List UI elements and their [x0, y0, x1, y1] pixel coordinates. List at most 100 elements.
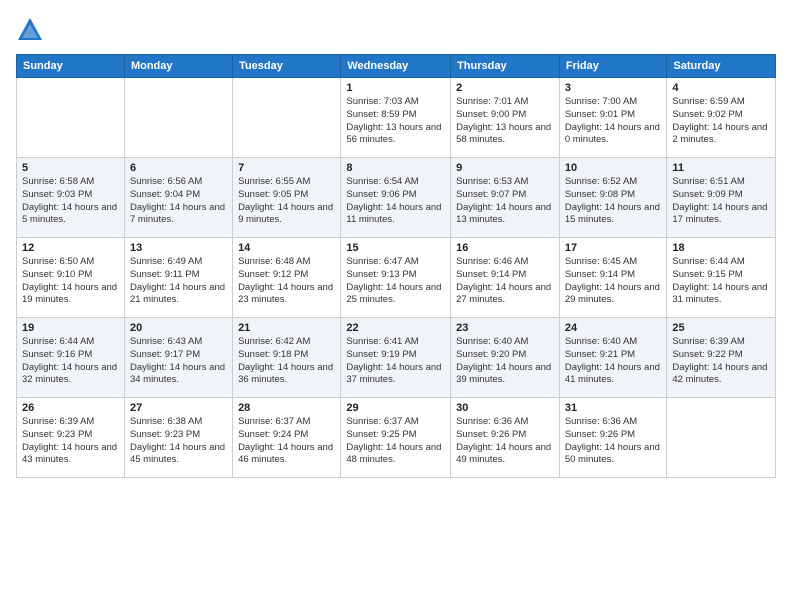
calendar-cell: 21 Sunrise: 6:42 AM Sunset: 9:18 PM Dayli… [233, 318, 341, 398]
day-number: 13 [130, 242, 227, 254]
header [16, 16, 776, 44]
calendar-table: SundayMondayTuesdayWednesdayThursdayFrid… [16, 54, 776, 478]
calendar-cell [17, 78, 125, 158]
day-number: 12 [22, 242, 119, 254]
calendar-cell: 1 Sunrise: 7:03 AM Sunset: 8:59 PM Daylig… [341, 78, 451, 158]
day-number: 29 [346, 402, 445, 414]
day-number: 14 [238, 242, 335, 254]
day-number: 31 [565, 402, 662, 414]
day-number: 10 [565, 162, 662, 174]
day-number: 20 [130, 322, 227, 334]
calendar-cell: 29 Sunrise: 6:37 AM Sunset: 9:25 PM Dayli… [341, 398, 451, 478]
calendar-header-sunday: Sunday [17, 55, 125, 78]
day-number: 1 [346, 82, 445, 94]
calendar-cell: 24Sunrise: 6:40 AM Sunset: 9:21 PM Dayli… [559, 318, 667, 398]
day-number: 3 [565, 82, 662, 94]
day-number: 4 [672, 82, 770, 94]
calendar-week-2: 5Sunrise: 6:58 AM Sunset: 9:03 PM Daylig… [17, 158, 776, 238]
day-info: Sunrise: 6:41 AM Sunset: 9:19 PM Dayligh… [346, 336, 445, 387]
calendar-header-friday: Friday [559, 55, 667, 78]
day-info: Sunrise: 6:43 AM Sunset: 9:17 PM Dayligh… [130, 336, 227, 387]
day-info: Sunrise: 6:39 AM Sunset: 9:23 PM Dayligh… [22, 416, 119, 467]
calendar-cell: 11 Sunrise: 6:51 AM Sunset: 9:09 PM Dayli… [667, 158, 776, 238]
day-number: 21 [238, 322, 335, 334]
calendar-cell: 14 Sunrise: 6:48 AM Sunset: 9:12 PM Dayli… [233, 238, 341, 318]
calendar-week-4: 19 Sunrise: 6:44 AM Sunset: 9:16 PM Dayli… [17, 318, 776, 398]
calendar-cell: 7 Sunrise: 6:55 AM Sunset: 9:05 PM Daylig… [233, 158, 341, 238]
day-info: Sunrise: 6:47 AM Sunset: 9:13 PM Dayligh… [346, 256, 445, 307]
day-info: Sunrise: 6:36 AM Sunset: 9:26 PM Dayligh… [565, 416, 662, 467]
calendar-cell: 9 Sunrise: 6:53 AM Sunset: 9:07 PM Daylig… [451, 158, 560, 238]
day-info: Sunrise: 6:39 AM Sunset: 9:22 PM Dayligh… [672, 336, 770, 387]
day-number: 5 [22, 162, 119, 174]
day-number: 15 [346, 242, 445, 254]
day-info: Sunrise: 6:37 AM Sunset: 9:24 PM Dayligh… [238, 416, 335, 467]
calendar-cell: 5Sunrise: 6:58 AM Sunset: 9:03 PM Daylig… [17, 158, 125, 238]
day-number: 11 [672, 162, 770, 174]
day-number: 9 [456, 162, 554, 174]
day-info: Sunrise: 6:48 AM Sunset: 9:12 PM Dayligh… [238, 256, 335, 307]
calendar-cell: 19 Sunrise: 6:44 AM Sunset: 9:16 PM Dayli… [17, 318, 125, 398]
day-info: Sunrise: 6:55 AM Sunset: 9:05 PM Dayligh… [238, 176, 335, 227]
calendar-header-wednesday: Wednesday [341, 55, 451, 78]
day-number: 23 [456, 322, 554, 334]
day-info: Sunrise: 6:44 AM Sunset: 9:15 PM Dayligh… [672, 256, 770, 307]
day-info: Sunrise: 7:03 AM Sunset: 8:59 PM Dayligh… [346, 96, 445, 147]
calendar-cell: 10 Sunrise: 6:52 AM Sunset: 9:08 PM Dayli… [559, 158, 667, 238]
calendar-header-saturday: Saturday [667, 55, 776, 78]
day-info: Sunrise: 6:38 AM Sunset: 9:23 PM Dayligh… [130, 416, 227, 467]
calendar-cell: 8 Sunrise: 6:54 AM Sunset: 9:06 PM Daylig… [341, 158, 451, 238]
day-info: Sunrise: 6:54 AM Sunset: 9:06 PM Dayligh… [346, 176, 445, 227]
day-info: Sunrise: 6:56 AM Sunset: 9:04 PM Dayligh… [130, 176, 227, 227]
logo-icon [16, 16, 44, 44]
day-info: Sunrise: 6:49 AM Sunset: 9:11 PM Dayligh… [130, 256, 227, 307]
day-number: 22 [346, 322, 445, 334]
day-number: 7 [238, 162, 335, 174]
day-info: Sunrise: 6:42 AM Sunset: 9:18 PM Dayligh… [238, 336, 335, 387]
calendar-week-1: 1 Sunrise: 7:03 AM Sunset: 8:59 PM Daylig… [17, 78, 776, 158]
calendar-header-monday: Monday [124, 55, 232, 78]
calendar-cell: 22 Sunrise: 6:41 AM Sunset: 9:19 PM Dayli… [341, 318, 451, 398]
day-number: 19 [22, 322, 119, 334]
day-info: Sunrise: 6:44 AM Sunset: 9:16 PM Dayligh… [22, 336, 119, 387]
calendar-cell: 4Sunrise: 6:59 AM Sunset: 9:02 PM Daylig… [667, 78, 776, 158]
day-info: Sunrise: 6:40 AM Sunset: 9:21 PM Dayligh… [565, 336, 662, 387]
day-info: Sunrise: 6:45 AM Sunset: 9:14 PM Dayligh… [565, 256, 662, 307]
calendar-cell: 30Sunrise: 6:36 AM Sunset: 9:26 PM Dayli… [451, 398, 560, 478]
day-info: Sunrise: 6:50 AM Sunset: 9:10 PM Dayligh… [22, 256, 119, 307]
day-info: Sunrise: 6:51 AM Sunset: 9:09 PM Dayligh… [672, 176, 770, 227]
day-number: 16 [456, 242, 554, 254]
day-number: 18 [672, 242, 770, 254]
calendar-cell [667, 398, 776, 478]
calendar-cell: 16 Sunrise: 6:46 AM Sunset: 9:14 PM Dayli… [451, 238, 560, 318]
day-number: 8 [346, 162, 445, 174]
calendar-cell: 31 Sunrise: 6:36 AM Sunset: 9:26 PM Dayli… [559, 398, 667, 478]
calendar-cell: 6Sunrise: 6:56 AM Sunset: 9:04 PM Daylig… [124, 158, 232, 238]
calendar-cell: 20 Sunrise: 6:43 AM Sunset: 9:17 PM Dayli… [124, 318, 232, 398]
day-number: 26 [22, 402, 119, 414]
day-number: 27 [130, 402, 227, 414]
calendar-cell: 2 Sunrise: 7:01 AM Sunset: 9:00 PM Daylig… [451, 78, 560, 158]
calendar-header-tuesday: Tuesday [233, 55, 341, 78]
calendar-header-row: SundayMondayTuesdayWednesdayThursdayFrid… [17, 55, 776, 78]
day-info: Sunrise: 6:53 AM Sunset: 9:07 PM Dayligh… [456, 176, 554, 227]
day-info: Sunrise: 6:46 AM Sunset: 9:14 PM Dayligh… [456, 256, 554, 307]
calendar-cell: 15 Sunrise: 6:47 AM Sunset: 9:13 PM Dayli… [341, 238, 451, 318]
calendar-cell [124, 78, 232, 158]
day-info: Sunrise: 7:00 AM Sunset: 9:01 PM Dayligh… [565, 96, 662, 147]
calendar-cell: 3 Sunrise: 7:00 AM Sunset: 9:01 PM Daylig… [559, 78, 667, 158]
calendar-week-3: 12 Sunrise: 6:50 AM Sunset: 9:10 PM Dayli… [17, 238, 776, 318]
day-number: 25 [672, 322, 770, 334]
day-number: 2 [456, 82, 554, 94]
day-info: Sunrise: 6:52 AM Sunset: 9:08 PM Dayligh… [565, 176, 662, 227]
day-info: Sunrise: 6:40 AM Sunset: 9:20 PM Dayligh… [456, 336, 554, 387]
calendar-week-5: 26 Sunrise: 6:39 AM Sunset: 9:23 PM Dayli… [17, 398, 776, 478]
calendar-cell: 25 Sunrise: 6:39 AM Sunset: 9:22 PM Dayli… [667, 318, 776, 398]
day-info: Sunrise: 7:01 AM Sunset: 9:00 PM Dayligh… [456, 96, 554, 147]
day-number: 17 [565, 242, 662, 254]
calendar-cell: 18 Sunrise: 6:44 AM Sunset: 9:15 PM Dayli… [667, 238, 776, 318]
calendar-cell [233, 78, 341, 158]
logo [16, 16, 48, 44]
calendar-cell: 12 Sunrise: 6:50 AM Sunset: 9:10 PM Dayli… [17, 238, 125, 318]
day-info: Sunrise: 6:37 AM Sunset: 9:25 PM Dayligh… [346, 416, 445, 467]
